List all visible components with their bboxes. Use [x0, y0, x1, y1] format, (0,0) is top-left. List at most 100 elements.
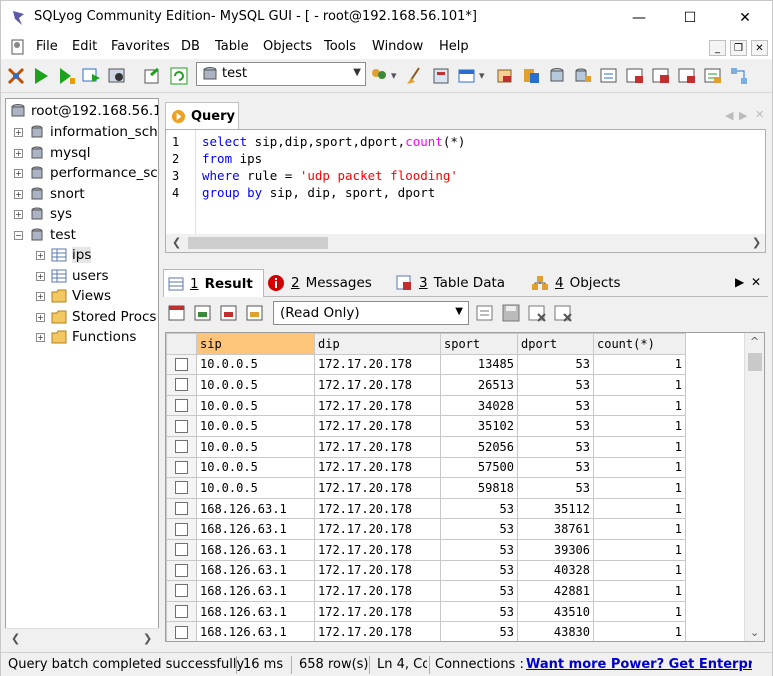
tree-db-sys[interactable]: + sys: [14, 204, 72, 224]
cell-sip[interactable]: 168.126.63.1: [196, 580, 315, 602]
mdi-close-button[interactable]: ✕: [751, 40, 768, 56]
cell-count[interactable]: 1: [593, 477, 686, 499]
cell-sport[interactable]: 59818: [440, 477, 518, 499]
table-row[interactable]: 10.0.0.5 172.17.20.178 35102 53 1: [166, 415, 686, 437]
cell-sip[interactable]: 10.0.0.5: [196, 477, 315, 499]
cell-dport[interactable]: 53: [517, 394, 594, 417]
row-checkbox-cell[interactable]: [166, 559, 197, 582]
column-header-sip[interactable]: sip: [196, 333, 315, 355]
table-row[interactable]: 168.126.63.1 172.17.20.178 53 39306 1: [166, 538, 686, 561]
scroll-down-icon[interactable]: ⌄: [750, 626, 759, 639]
tab-scroll-left-icon[interactable]: ◀: [725, 109, 733, 122]
table-row[interactable]: 168.126.63.1 172.17.20.178 53 40328 1: [166, 559, 686, 582]
cell-count[interactable]: 1: [593, 415, 686, 437]
tree-folder-views[interactable]: + Views: [36, 286, 111, 306]
cell-dport[interactable]: 39306: [517, 538, 594, 561]
row-checkbox[interactable]: [175, 399, 188, 413]
cell-dip[interactable]: 172.17.20.178: [314, 621, 441, 641]
result-grid[interactable]: sip dip sport dport count(*) 10.0.0.5 172…: [165, 332, 765, 642]
execute-query-icon[interactable]: [31, 66, 51, 86]
database-sync-icon[interactable]: [547, 66, 567, 86]
cell-dport[interactable]: 53: [517, 415, 594, 437]
data-sync-icon[interactable]: [625, 66, 645, 86]
cell-dip[interactable]: 172.17.20.178: [314, 477, 441, 499]
backup-icon[interactable]: [495, 66, 515, 86]
cell-count[interactable]: 1: [593, 580, 686, 602]
cell-sip[interactable]: 168.126.63.1: [196, 621, 315, 641]
restore-icon[interactable]: [521, 66, 541, 86]
cell-dport[interactable]: 53: [517, 374, 594, 396]
menu-table[interactable]: Table: [215, 39, 249, 54]
cell-dport[interactable]: 53: [517, 456, 594, 479]
row-checkbox[interactable]: [175, 481, 188, 495]
filter-icon[interactable]: [475, 303, 495, 323]
cell-sip[interactable]: 168.126.63.1: [196, 497, 315, 520]
select-all-header[interactable]: [166, 333, 197, 355]
maximize-button[interactable]: ☐: [667, 1, 713, 35]
tree-db-test[interactable]: − test: [14, 225, 76, 245]
cell-sip[interactable]: 10.0.0.5: [196, 456, 315, 479]
upgrade-link[interactable]: Want more Power? Get Enterprise: [526, 657, 752, 672]
cell-dport[interactable]: 53: [517, 477, 594, 499]
table-row[interactable]: 10.0.0.5 172.17.20.178 57500 53 1: [166, 456, 686, 479]
row-checkbox[interactable]: [175, 460, 188, 474]
row-checkbox-cell[interactable]: [166, 621, 197, 641]
cell-sport[interactable]: 26513: [440, 374, 518, 396]
cell-dport[interactable]: 53: [517, 435, 594, 458]
cell-count[interactable]: 1: [593, 456, 686, 479]
tree-db-mysql[interactable]: + mysql: [14, 143, 91, 163]
cell-dport[interactable]: 42881: [517, 580, 594, 602]
cell-sport[interactable]: 13485: [440, 353, 518, 376]
mdi-minimize-button[interactable]: _: [709, 40, 726, 56]
form-view-icon[interactable]: [245, 303, 265, 323]
close-tab-icon[interactable]: ✕: [755, 108, 764, 121]
editor-horizontal-scrollbar[interactable]: ❮ ❯: [166, 234, 765, 252]
expand-icon[interactable]: +: [14, 148, 23, 158]
cell-sip[interactable]: 10.0.0.5: [196, 374, 315, 396]
cell-count[interactable]: 1: [593, 497, 686, 520]
menu-tools[interactable]: Tools: [324, 39, 356, 54]
tab-query[interactable]: Query: [165, 102, 239, 129]
row-checkbox-cell[interactable]: [166, 435, 197, 458]
cell-count[interactable]: 1: [593, 600, 686, 623]
expand-icon[interactable]: +: [36, 271, 45, 281]
scroll-left-icon[interactable]: ❮: [11, 632, 20, 645]
tree-db-information-schema[interactable]: + information_schema: [14, 122, 158, 142]
row-checkbox[interactable]: [175, 625, 188, 639]
cell-dport[interactable]: 35112: [517, 497, 594, 520]
browser-horizontal-scrollbar[interactable]: ❮ ❯: [5, 628, 159, 648]
table-row[interactable]: 168.126.63.1 172.17.20.178 53 42881 1: [166, 580, 686, 602]
copy-database-icon[interactable]: [573, 66, 593, 86]
cell-dport[interactable]: 38761: [517, 518, 594, 540]
table-row[interactable]: 10.0.0.5 172.17.20.178 13485 53 1: [166, 353, 686, 376]
tab-table-data[interactable]: 3 Table Data: [395, 269, 505, 297]
tab-scroll-right-icon[interactable]: ▶: [739, 109, 747, 122]
cell-sport[interactable]: 53: [440, 538, 518, 561]
cell-sport[interactable]: 57500: [440, 456, 518, 479]
new-query-icon[interactable]: [143, 66, 163, 86]
row-checkbox-cell[interactable]: [166, 538, 197, 561]
execute-edit-icon[interactable]: [81, 66, 101, 86]
cell-count[interactable]: 1: [593, 518, 686, 540]
close-tab-icon[interactable]: ✕: [751, 275, 761, 289]
cell-sip[interactable]: 168.126.63.1: [196, 559, 315, 582]
menu-file[interactable]: File: [36, 39, 58, 54]
scrollbar-thumb[interactable]: [188, 237, 328, 249]
expand-icon[interactable]: +: [14, 127, 23, 137]
cell-dport[interactable]: 53: [517, 353, 594, 376]
expand-icon[interactable]: +: [14, 209, 23, 219]
row-checkbox[interactable]: [175, 419, 188, 433]
expand-icon[interactable]: +: [36, 312, 45, 322]
cell-sip[interactable]: 168.126.63.1: [196, 518, 315, 540]
user-manager-icon[interactable]: [369, 66, 389, 86]
expand-icon[interactable]: +: [36, 332, 45, 342]
cell-sport[interactable]: 53: [440, 497, 518, 520]
collapse-icon[interactable]: −: [14, 230, 23, 240]
cell-dip[interactable]: 172.17.20.178: [314, 374, 441, 396]
close-button[interactable]: ✕: [722, 1, 768, 35]
schema-designer-icon[interactable]: [729, 66, 749, 86]
cell-sport[interactable]: 53: [440, 559, 518, 582]
cell-sport[interactable]: 53: [440, 580, 518, 602]
column-header-dip[interactable]: dip: [314, 333, 441, 355]
grid-vertical-scrollbar[interactable]: ^ ⌄: [744, 333, 764, 641]
